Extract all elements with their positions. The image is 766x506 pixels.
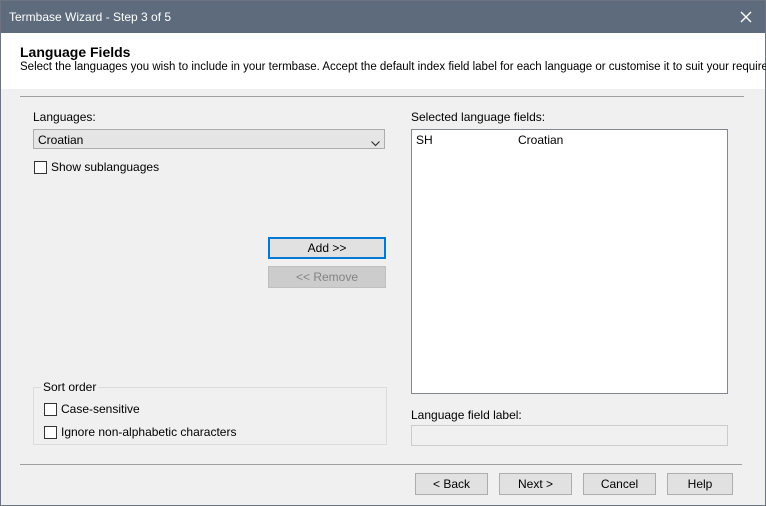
termbase-wizard-window: Termbase Wizard - Step 3 of 5 Language F… xyxy=(0,0,766,506)
help-button[interactable]: Help xyxy=(667,473,733,495)
languages-label: Languages: xyxy=(33,110,96,124)
window-title: Termbase Wizard - Step 3 of 5 xyxy=(9,10,172,24)
ignore-non-alphabetic-label: Ignore non-alphabetic characters xyxy=(61,425,237,439)
selected-fields-list[interactable]: SH Croatian xyxy=(411,129,728,394)
checkbox-box[interactable] xyxy=(44,402,57,416)
wizard-header: Language Fields Select the languages you… xyxy=(1,33,766,89)
language-field-label-input[interactable] xyxy=(411,425,728,446)
languages-dropdown[interactable]: Croatian xyxy=(33,129,385,149)
checkbox-box[interactable] xyxy=(44,425,57,439)
close-icon[interactable] xyxy=(727,1,765,33)
footer-divider xyxy=(20,464,742,465)
selected-fields-label: Selected language fields: xyxy=(411,110,546,124)
title-bar[interactable]: Termbase Wizard - Step 3 of 5 xyxy=(1,1,765,33)
show-sublanguages-label: Show sublanguages xyxy=(51,160,160,174)
languages-dropdown-value: Croatian xyxy=(38,133,84,147)
remove-button[interactable]: << Remove xyxy=(268,266,386,288)
page-title: Language Fields xyxy=(20,44,131,60)
case-sensitive-checkbox[interactable]: Case-sensitive xyxy=(44,402,140,416)
next-button[interactable]: Next > xyxy=(499,473,572,495)
page-description: Select the languages you wish to include… xyxy=(20,61,766,73)
cancel-button[interactable]: Cancel xyxy=(583,473,656,495)
ignore-non-alphabetic-checkbox[interactable]: Ignore non-alphabetic characters xyxy=(44,425,236,439)
language-name: Croatian xyxy=(518,133,564,147)
language-code: SH xyxy=(416,133,433,147)
header-divider xyxy=(20,96,744,97)
sort-order-legend: Sort order xyxy=(41,380,99,394)
show-sublanguages-checkbox[interactable]: Show sublanguages xyxy=(34,160,159,174)
back-button[interactable]: < Back xyxy=(415,473,488,495)
checkbox-box[interactable] xyxy=(34,160,47,174)
field-label-label: Language field label: xyxy=(411,408,522,422)
sort-order-group: Sort order Case-sensitive Ignore non-alp… xyxy=(33,380,387,445)
add-button[interactable]: Add >> xyxy=(268,237,386,259)
case-sensitive-label: Case-sensitive xyxy=(61,402,140,416)
list-item[interactable]: SH Croatian xyxy=(412,132,727,148)
chevron-down-icon xyxy=(371,136,380,150)
